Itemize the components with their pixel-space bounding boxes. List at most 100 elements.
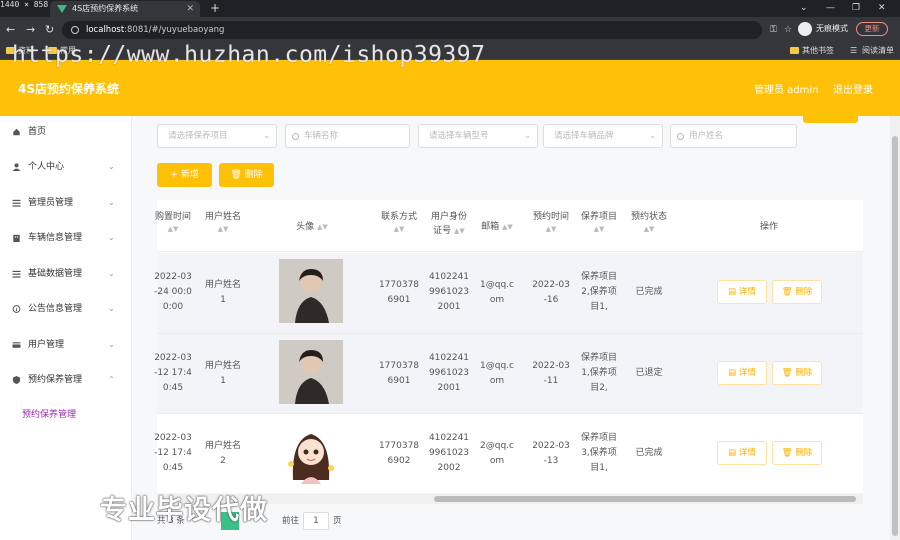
folder-icon bbox=[790, 47, 799, 54]
sidebar-item-vehicles[interactable]: 车辆信息管理 ⌄ bbox=[0, 228, 132, 248]
url-path: :8081/#/yuyuebaoyang bbox=[124, 25, 225, 35]
chevron-down-icon: ⌄ bbox=[108, 269, 115, 278]
detail-button[interactable]: ▤ 详情 bbox=[717, 280, 767, 304]
current-user: 管理员 admin bbox=[754, 85, 819, 96]
current-page-button[interactable] bbox=[221, 512, 239, 530]
search-button[interactable] bbox=[803, 116, 858, 123]
col-project[interactable]: 保养项目 ▲▼ bbox=[577, 210, 621, 234]
sort-icon[interactable]: ▲▼ bbox=[153, 224, 193, 234]
delete-button[interactable]: 🗑 删除 bbox=[772, 441, 822, 465]
cell-appointment-time: 2022-03 -16 bbox=[532, 280, 570, 305]
vue-logo-icon bbox=[57, 5, 67, 13]
cell-status: 已完成 bbox=[635, 287, 663, 297]
sidebar-item-admin[interactable]: 管理员管理 ⌄ bbox=[0, 193, 132, 213]
sidebar-item-announcements[interactable]: 公告信息管理 ⌄ bbox=[0, 299, 132, 319]
chevron-down-icon: ⌄ bbox=[108, 162, 115, 171]
detail-button[interactable]: ▤ 详情 bbox=[717, 441, 767, 465]
add-button[interactable]: + 新增 bbox=[157, 163, 212, 187]
scroll-thumb[interactable] bbox=[892, 136, 898, 536]
back-icon[interactable]: ← bbox=[6, 22, 15, 38]
vehicle-name-input[interactable]: 车辆名称 bbox=[285, 124, 410, 148]
sidebar-item-profile[interactable]: 个人中心 ⌄ bbox=[0, 157, 132, 177]
bookmarks-bar: 资料 常用 其他书签 ☰ 阅读清单 bbox=[0, 43, 900, 60]
chevron-down-icon: ⌄ bbox=[108, 233, 115, 242]
sidebar-item-home[interactable]: 首页 bbox=[0, 122, 132, 142]
sidebar-subitem-appointment-manage[interactable]: 预约保养管理 bbox=[0, 405, 132, 425]
user-name-input[interactable]: 用户姓名 bbox=[670, 124, 797, 148]
sort-icon[interactable]: ▲▼ bbox=[502, 223, 513, 231]
forward-icon[interactable]: → bbox=[26, 22, 35, 38]
bookmark-item[interactable]: 常用 bbox=[48, 45, 76, 57]
logout-button[interactable]: 退出登录 bbox=[833, 81, 873, 96]
batch-delete-button[interactable]: 🗑 删除 bbox=[219, 163, 274, 187]
tab-search-icon[interactable]: ⌄ bbox=[800, 0, 808, 16]
url-host: localhost bbox=[86, 25, 125, 35]
col-user-name[interactable]: 用户姓名 ▲▼ bbox=[201, 210, 245, 234]
card-icon bbox=[12, 342, 21, 348]
sort-icon[interactable]: ▲▼ bbox=[529, 224, 573, 234]
trash-icon: 🗑 bbox=[230, 170, 242, 180]
sort-icon[interactable]: ▲▼ bbox=[201, 224, 245, 234]
col-appointment-time[interactable]: 预约时间 ▲▼ bbox=[529, 210, 573, 234]
col-avatar[interactable]: 头像 ▲▼ bbox=[277, 220, 347, 234]
cell-purchase-time: 2022-03 -12 17:4 0:45 bbox=[154, 433, 192, 473]
vehicle-type-select[interactable]: 请选择车辆型号 ⌄ bbox=[418, 124, 538, 148]
goto-label: 前往 bbox=[282, 516, 300, 526]
tab-close-icon[interactable]: ✕ bbox=[186, 1, 194, 17]
key-icon[interactable]: ⚿ bbox=[770, 22, 777, 38]
vehicle-brand-select[interactable]: 请选择车辆品牌 ⌄ bbox=[543, 124, 663, 148]
reading-list[interactable]: ☰ 阅读清单 bbox=[850, 45, 894, 57]
chevron-down-icon: ⌄ bbox=[524, 131, 531, 140]
browser-tab[interactable]: 4S店预约保养系统 ✕ bbox=[50, 1, 200, 17]
col-purchase-time[interactable]: 购置时间 ▲▼ bbox=[153, 210, 193, 234]
incognito-avatar-icon[interactable] bbox=[798, 22, 812, 36]
project-select[interactable]: 请选择保养项目 ⌄ bbox=[157, 124, 277, 148]
new-tab-icon[interactable]: + bbox=[210, 0, 220, 16]
col-id-card[interactable]: 用户身份 证号 ▲▼ bbox=[427, 210, 471, 238]
vertical-scrollbar[interactable] bbox=[890, 116, 900, 540]
col-phone[interactable]: 联系方式 ▲▼ bbox=[377, 210, 421, 234]
sort-icon[interactable]: ▲▼ bbox=[317, 223, 328, 231]
horizontal-scrollbar[interactable] bbox=[157, 494, 863, 504]
sort-icon[interactable]: ▲▼ bbox=[577, 224, 621, 234]
update-button[interactable]: 更新 bbox=[856, 22, 888, 36]
bookmark-item[interactable]: 其他书签 bbox=[790, 45, 834, 57]
sidebar-item-users[interactable]: 用户管理 ⌄ bbox=[0, 335, 132, 355]
goto-page-input[interactable]: 1 bbox=[303, 512, 329, 530]
cell-status: 已完成 bbox=[635, 448, 663, 458]
sidebar-item-basic-data[interactable]: 基础数据管理 ⌄ bbox=[0, 264, 132, 284]
table-header: 购置时间 ▲▼ 用户姓名 ▲▼ 头像 ▲▼ 联系方式 ▲▼ 用户身份 证号 ▲▼ 邮箱 … bbox=[155, 200, 863, 252]
restore-icon[interactable]: ❐ bbox=[852, 0, 860, 16]
sidebar-item-appointments[interactable]: 预约保养管理 ⌃ bbox=[0, 370, 132, 390]
cell-phone: 1770378 6901 bbox=[378, 280, 420, 305]
cell-user-name: 用户姓名 2 bbox=[204, 441, 241, 466]
cell-purchase-time: 2022-03 -12 17:4 0:45 bbox=[154, 353, 192, 393]
cell-email: 2@qq.c om bbox=[480, 441, 514, 466]
star-icon[interactable]: ☆ bbox=[784, 22, 792, 38]
sort-icon[interactable]: ▲▼ bbox=[627, 224, 671, 234]
table-row: 2022-03 -12 17:4 0:45 用户姓名 2 1770378 6902 41… bbox=[154, 413, 863, 493]
sort-icon[interactable]: ▲▼ bbox=[454, 227, 465, 235]
cell-purchase-time: 2022-03 -24 00:0 0:00 bbox=[154, 272, 192, 312]
home-icon bbox=[13, 128, 20, 136]
minimize-icon[interactable]: — bbox=[826, 0, 835, 16]
scroll-thumb[interactable] bbox=[434, 496, 856, 502]
detail-button[interactable]: ▤ 详情 bbox=[717, 361, 767, 385]
chevron-down-icon: ⌄ bbox=[108, 198, 115, 207]
site-info-icon[interactable] bbox=[71, 26, 79, 34]
delete-button[interactable]: 🗑 删除 bbox=[772, 361, 822, 385]
reload-icon[interactable]: ↻ bbox=[45, 22, 54, 38]
col-status[interactable]: 预约状态 ▲▼ bbox=[627, 210, 671, 234]
bookmark-item[interactable]: 资料 bbox=[6, 45, 34, 57]
folder-icon bbox=[48, 47, 57, 54]
url-input[interactable]: localhost:8081/#/yuyuebaoyang bbox=[62, 21, 762, 39]
close-window-icon[interactable]: ✕ bbox=[878, 0, 886, 16]
page-unit-label: 页 bbox=[333, 516, 342, 526]
cell-project: 保养项目 3,保养项 目1, bbox=[580, 433, 617, 473]
cell-id-card: 4102241 9961023 2001 bbox=[428, 272, 470, 312]
sidebar: 首页 个人中心 ⌄ 管理员管理 ⌄ 车辆信息管理 ⌄ 基础数据管理 ⌄ 公告信息管理 ⌄ … bbox=[0, 116, 132, 540]
avatar bbox=[279, 420, 343, 484]
delete-button[interactable]: 🗑 删除 bbox=[772, 280, 822, 304]
col-email[interactable]: 邮箱 ▲▼ bbox=[479, 220, 515, 234]
sort-icon[interactable]: ▲▼ bbox=[377, 224, 421, 234]
